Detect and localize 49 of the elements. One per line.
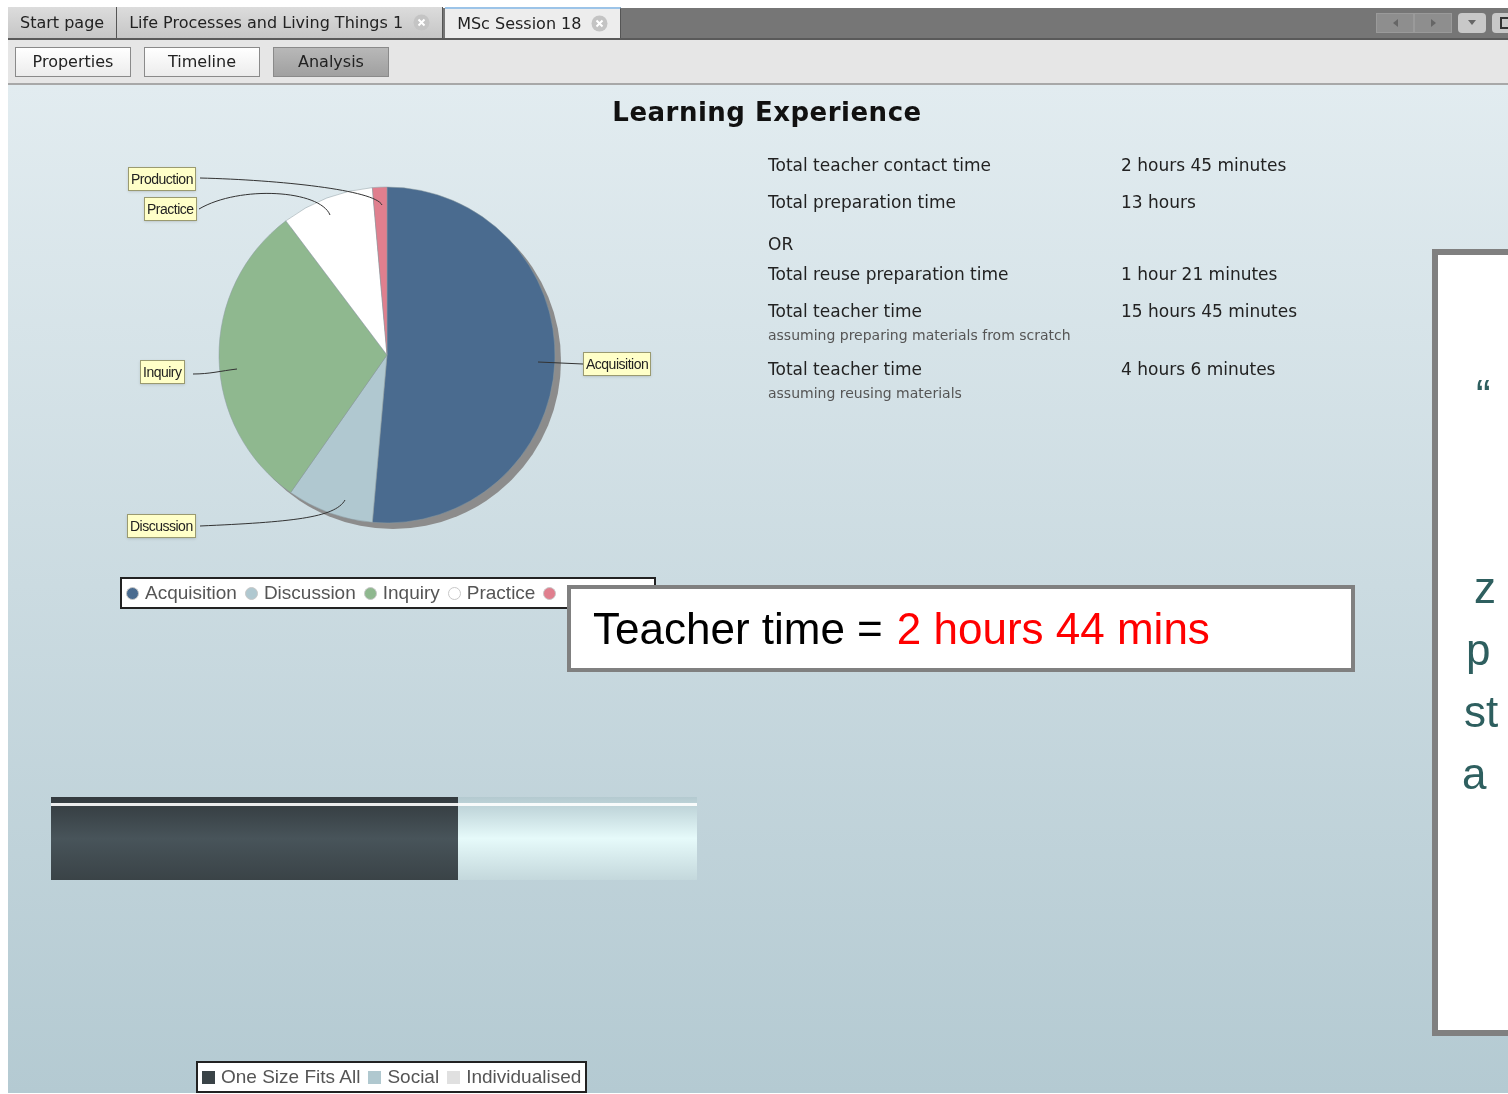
view-button[interactable]: Timeline [144,46,260,77]
stat-value: 4 hours 6 minutes [1121,358,1276,381]
right-arrow-icon [1428,17,1438,29]
document-tab[interactable]: Start page [8,7,118,38]
stat-label: Total teacher time [768,300,924,323]
leader-line [192,368,238,375]
close-icon[interactable] [413,14,431,31]
slice-label: Practice [144,197,197,221]
document-tab[interactable]: Life Processes and Living Things 1 [117,7,444,38]
slice-label: Acquisition [583,352,652,376]
window-icon [1500,17,1508,29]
scroll-right-button[interactable] [1414,13,1452,33]
stat-value: 13 hours [1121,191,1196,214]
stat-separator: OR [768,232,794,256]
slide-text: a [1462,748,1487,800]
leader-line [537,361,584,365]
slide-text: “ [1476,370,1491,422]
legend-label: Discussion [263,580,356,605]
callout-value: 2 hours 44 mins [896,602,1210,655]
stat-note: assuming reusing materials [768,383,963,403]
callout-label: Teacher time = [593,602,883,655]
slide-text: st [1464,686,1499,738]
stat-value: 2 hours 45 minutes [1121,154,1287,177]
slice-label: Production [128,167,196,191]
view-button[interactable]: Properties [15,46,131,77]
maximize-button[interactable] [1492,13,1508,33]
stat-label: Total teacher time [768,358,924,381]
stat-value: 15 hours 45 minutes [1121,300,1298,323]
chart-title: Learning Experience [611,96,923,129]
stat-value: 1 hour 21 minutes [1121,263,1278,286]
scroll-left-button[interactable] [1376,13,1414,33]
close-icon[interactable] [591,15,609,32]
stat-label: Total teacher contact time [768,154,993,177]
stat-label: Total reuse preparation time [768,263,1010,286]
slice-label: Inquiry [140,360,185,384]
legend-label: Inquiry [382,580,440,605]
legend-label: Social [387,1064,440,1089]
slice-label: Discussion [127,514,196,538]
stat-label: Total preparation time [768,191,957,214]
legend-label: Practice [466,580,536,605]
legend-label: Individualised [466,1064,582,1089]
stat-note: assuming preparing materials from scratch [768,325,1072,345]
legend-label: One Size Fits All [221,1064,361,1089]
slide-text: p [1466,624,1491,676]
legend-label: Acquisition [145,580,237,605]
view-button[interactable]: Analysis [273,46,389,77]
tab-list-button[interactable] [1458,13,1486,33]
slide-text: z [1474,562,1496,614]
document-tab[interactable]: MSc Session 18 [445,7,622,38]
